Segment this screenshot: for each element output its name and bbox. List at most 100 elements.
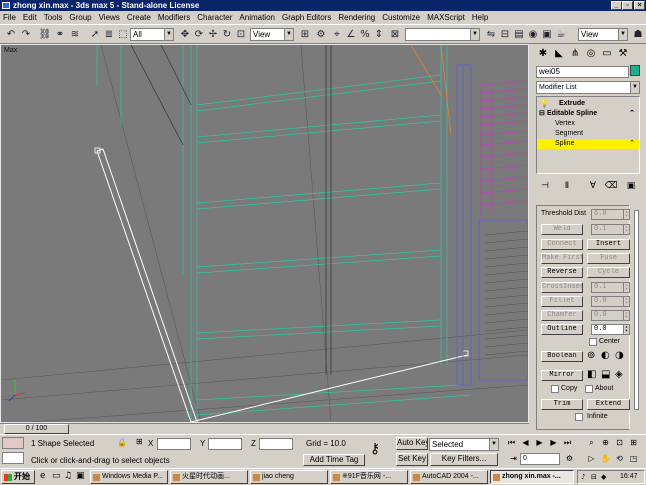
object-color-swatch[interactable] bbox=[630, 65, 640, 76]
extend-button[interactable]: Extend bbox=[587, 399, 630, 410]
configure-sets-icon[interactable]: ▣ bbox=[624, 179, 638, 193]
play-icon[interactable]: ▶ bbox=[534, 437, 545, 448]
menu-file[interactable]: File bbox=[3, 13, 16, 22]
quick-render-icon[interactable]: ☕ bbox=[554, 27, 568, 42]
redo-icon[interactable]: ↷ bbox=[19, 27, 33, 42]
chamfer-button[interactable]: Chamfer bbox=[541, 310, 583, 321]
task-91f-music[interactable]: ※91F音乐网 -... bbox=[330, 470, 408, 484]
field-of-view-icon[interactable]: ▷ bbox=[586, 453, 597, 464]
pin-stack-icon[interactable]: ⊣ bbox=[538, 179, 552, 193]
arc-rotate-icon[interactable]: ⟲ bbox=[614, 453, 625, 464]
time-slider[interactable]: 0 / 100 bbox=[0, 423, 529, 434]
spinner-arrows-icon[interactable]: ▴ ▾ bbox=[623, 311, 629, 320]
pivot-center-icon[interactable]: ⊞ bbox=[298, 27, 312, 42]
unlink-icon[interactable]: ⚭ bbox=[53, 27, 67, 42]
menu-edit[interactable]: Edit bbox=[23, 13, 37, 22]
region-select-icon[interactable]: ⬚ bbox=[116, 27, 130, 42]
mirror-horizontal-icon[interactable]: ◧ bbox=[587, 369, 596, 380]
center-checkbox[interactable] bbox=[589, 338, 597, 346]
viewport-label[interactable]: Max bbox=[4, 47, 17, 54]
zoom-extents-all-icon[interactable]: ⊞ bbox=[628, 437, 639, 448]
key-filters-button[interactable]: Key Filters... bbox=[430, 453, 498, 466]
spinner-arrows-icon[interactable]: ▴ ▾ bbox=[623, 283, 629, 292]
angle-snap-icon[interactable]: ∠ bbox=[344, 27, 358, 42]
connect-button[interactable]: Connect bbox=[541, 239, 583, 250]
named-selection-dropdown[interactable]: ▼ bbox=[405, 28, 480, 41]
stack-item-vertex[interactable]: Vertex bbox=[537, 119, 639, 129]
hierarchy-tab-icon[interactable]: ⋔ bbox=[568, 46, 582, 61]
pan-icon[interactable]: ✋ bbox=[600, 453, 611, 464]
weld-spinner[interactable]: 0.1 ▴ ▾ bbox=[591, 224, 630, 235]
maximize-button[interactable]: ▫ bbox=[622, 1, 633, 10]
mirror-vertical-icon[interactable]: ⬓ bbox=[601, 369, 610, 380]
undo-icon[interactable]: ↶ bbox=[4, 27, 18, 42]
mirror-icon[interactable]: ⇋ bbox=[484, 27, 498, 42]
menu-maxscript[interactable]: MAXScript bbox=[427, 13, 465, 22]
select-and-rotate-icon[interactable]: ⟳ bbox=[192, 27, 206, 42]
perspective-viewport[interactable]: Max bbox=[0, 44, 529, 423]
auto-key-button[interactable]: Auto Key bbox=[396, 437, 428, 450]
key-mode-dropdown[interactable]: Selected ▼ bbox=[429, 438, 499, 451]
collapse-icon[interactable]: ⊟ bbox=[539, 109, 545, 119]
make-first-button[interactable]: Make First bbox=[541, 253, 583, 264]
menu-views[interactable]: Views bbox=[99, 13, 120, 22]
named-selection-icon[interactable]: ⊠ bbox=[388, 27, 402, 42]
mirror-both-icon[interactable]: ◈ bbox=[615, 369, 623, 380]
utilities-tab-icon[interactable]: ⚒ bbox=[616, 46, 630, 61]
threshold-spinner[interactable]: 6.0 ▴ ▾ bbox=[591, 209, 630, 220]
quick-launch-desktop-icon[interactable]: ▭ bbox=[52, 471, 61, 481]
select-and-rotate-active-icon[interactable]: ↻ bbox=[220, 27, 234, 42]
task-windows-media-player[interactable]: Windows Media P... bbox=[90, 470, 168, 484]
modify-tab-icon[interactable]: ◣ bbox=[552, 46, 566, 61]
time-configuration-icon[interactable]: ⚙ bbox=[564, 453, 575, 464]
percent-snap-icon[interactable]: % bbox=[358, 27, 372, 42]
y-coord-field[interactable] bbox=[208, 438, 242, 450]
boolean-button[interactable]: Boolean bbox=[541, 351, 583, 362]
motion-tab-icon[interactable]: ◎ bbox=[584, 46, 598, 61]
display-tab-icon[interactable]: ▭ bbox=[600, 46, 614, 61]
zoom-all-icon[interactable]: ⊕ bbox=[600, 437, 611, 448]
menu-modifiers[interactable]: Modifiers bbox=[158, 13, 190, 22]
clock[interactable]: 16:47 bbox=[620, 471, 638, 483]
menu-graph-editors[interactable]: Graph Editors bbox=[282, 13, 331, 22]
volume-icon[interactable]: ♪ bbox=[581, 471, 585, 483]
snap-toggle-icon[interactable]: ⌖ bbox=[330, 27, 344, 42]
quick-launch-media-icon[interactable]: ♫ bbox=[64, 471, 72, 481]
next-frame-icon[interactable]: ▶ bbox=[548, 437, 559, 448]
menu-help[interactable]: Help bbox=[472, 13, 488, 22]
fillet-spinner[interactable]: 0.0 ▴ ▾ bbox=[591, 296, 630, 307]
render-view-dropdown[interactable]: View ▼ bbox=[578, 28, 628, 41]
stack-item-extrude[interactable]: 💡 Extrude bbox=[537, 99, 639, 109]
menu-group[interactable]: Group bbox=[69, 13, 91, 22]
select-and-move-icon[interactable]: ✥ bbox=[178, 27, 192, 42]
link-icon[interactable]: ⛓ bbox=[38, 27, 52, 42]
render-last-icon[interactable]: ☗ bbox=[631, 27, 645, 42]
light-bulb-icon[interactable]: 💡 bbox=[540, 99, 549, 109]
reference-coord-dropdown[interactable]: View ▼ bbox=[250, 28, 294, 41]
stack-item-spline[interactable]: Spline ⌃ bbox=[537, 139, 639, 149]
modifier-list-dropdown[interactable]: Modifier List ▼ bbox=[536, 81, 640, 94]
outline-button[interactable]: Outline bbox=[541, 324, 583, 335]
x-coord-field[interactable] bbox=[157, 438, 191, 450]
chamfer-spinner[interactable]: 0.0 ▴ ▾ bbox=[591, 310, 630, 321]
trim-button[interactable]: Trim bbox=[541, 399, 583, 410]
time-slider-thumb[interactable]: 0 / 100 bbox=[4, 424, 69, 434]
mirror-button[interactable]: Mirror bbox=[541, 370, 583, 381]
maxscript-listener-pink[interactable] bbox=[2, 437, 24, 449]
quick-launch-ie-icon[interactable]: e bbox=[40, 471, 46, 481]
close-button[interactable]: × bbox=[634, 1, 645, 10]
weld-button[interactable]: Weld bbox=[541, 224, 583, 235]
absolute-mode-icon[interactable]: ⊞ bbox=[136, 437, 143, 446]
menu-tools[interactable]: Tools bbox=[44, 13, 63, 22]
add-time-tag-button[interactable]: Add Time Tag bbox=[303, 454, 365, 466]
show-end-result-icon[interactable]: Ⅱ bbox=[560, 179, 574, 193]
selection-filter-dropdown[interactable]: All ▼ bbox=[130, 28, 174, 41]
menu-create[interactable]: Create bbox=[127, 13, 151, 22]
minimize-button[interactable]: _ bbox=[611, 1, 622, 10]
crossinsert-spinner[interactable]: 0.1 ▴ ▾ bbox=[591, 282, 630, 293]
command-panel-scrollbar[interactable] bbox=[633, 205, 641, 430]
infinite-checkbox[interactable] bbox=[575, 413, 583, 421]
bind-space-warp-icon[interactable]: ≋ bbox=[68, 27, 82, 42]
maxscript-listener-white[interactable] bbox=[2, 452, 24, 464]
select-icon[interactable]: ➚ bbox=[88, 27, 102, 42]
